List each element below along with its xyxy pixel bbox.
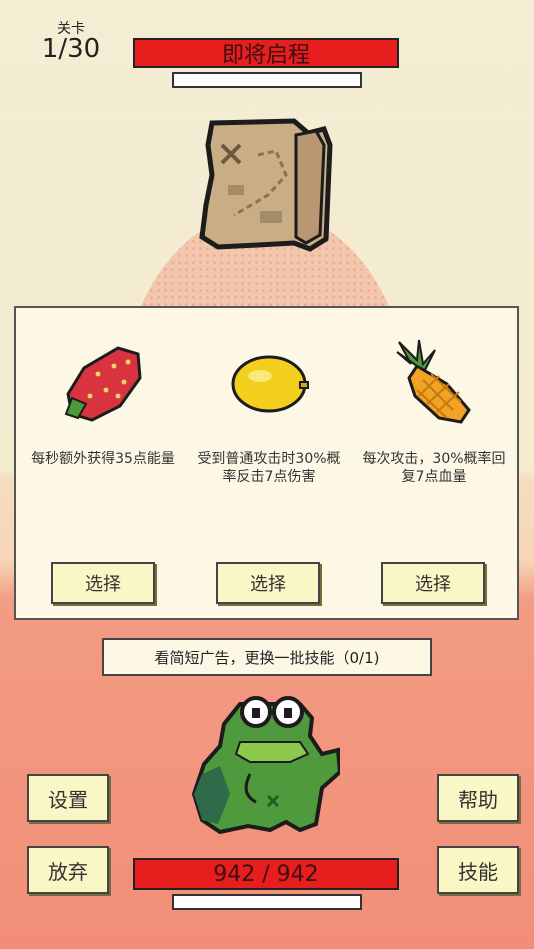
strawberry-icon bbox=[64, 346, 142, 422]
skill-card-2: 受到普通攻击时30%概率反击7点伤害 bbox=[194, 338, 344, 486]
select-skill-1-button[interactable]: 选择 bbox=[51, 562, 155, 604]
skill-description: 受到普通攻击时30%概率反击7点伤害 bbox=[197, 451, 341, 485]
skill-description: 每秒额外获得35点能量 bbox=[31, 451, 175, 467]
skill-card-1: 每秒额外获得35点能量 bbox=[28, 338, 178, 468]
energy-bar-empty bbox=[172, 894, 362, 910]
give-up-button[interactable]: 放弃 bbox=[27, 846, 109, 894]
ad-refresh-skills-button[interactable]: 看简短广告，更换一批技能（0/1) bbox=[102, 638, 432, 676]
hp-bar: 942 / 942 bbox=[133, 858, 399, 890]
treasure-map-icon bbox=[199, 118, 333, 252]
hp-text: 942 / 942 bbox=[213, 861, 319, 887]
pineapple-icon bbox=[396, 339, 471, 424]
help-label: 帮助 bbox=[458, 787, 498, 812]
status-title-bar: 即将启程 bbox=[133, 38, 399, 68]
select-skill-3-button[interactable]: 选择 bbox=[381, 562, 485, 604]
frog-character bbox=[191, 696, 340, 834]
lemon-icon bbox=[231, 355, 309, 413]
select-button-label: 选择 bbox=[85, 574, 121, 595]
level-number: 1/30 bbox=[41, 34, 101, 64]
skill-selection-panel: 每秒额外获得35点能量 受到普通攻击时30%概率反击7点伤害 每次攻击，30%概… bbox=[14, 306, 519, 620]
select-button-label: 选择 bbox=[415, 574, 451, 595]
help-button[interactable]: 帮助 bbox=[437, 774, 519, 822]
skill-description: 每次攻击，30%概率回复7点血量 bbox=[362, 451, 506, 485]
settings-button[interactable]: 设置 bbox=[27, 774, 109, 822]
give-up-label: 放弃 bbox=[48, 859, 88, 884]
progress-bar-empty bbox=[172, 72, 362, 88]
select-button-label: 选择 bbox=[250, 574, 286, 595]
skill-card-3: 每次攻击，30%概率回复7点血量 bbox=[359, 338, 509, 486]
ad-refresh-label: 看简短广告，更换一批技能（0/1) bbox=[154, 648, 380, 667]
select-skill-2-button[interactable]: 选择 bbox=[216, 562, 320, 604]
level-indicator: 关卡 1/30 bbox=[38, 22, 104, 64]
settings-label: 设置 bbox=[48, 787, 88, 812]
skills-button[interactable]: 技能 bbox=[437, 846, 519, 894]
status-title: 即将启程 bbox=[221, 43, 310, 68]
skills-label: 技能 bbox=[458, 859, 498, 884]
